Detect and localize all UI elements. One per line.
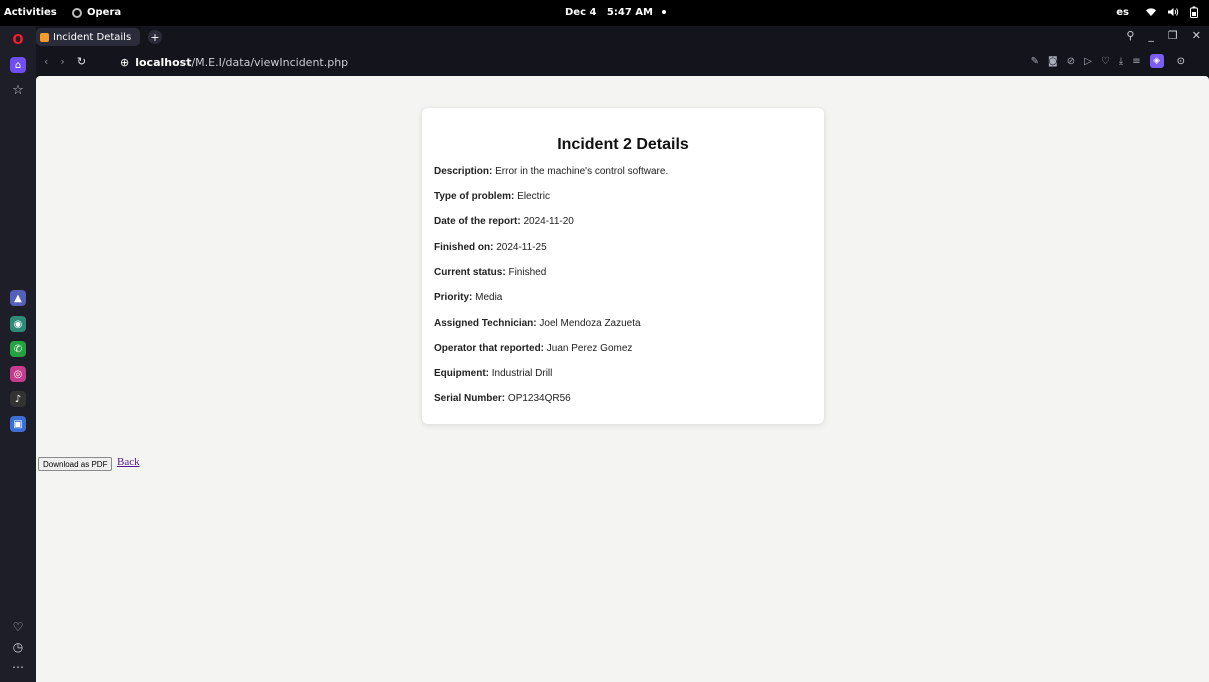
favorite-heart-icon[interactable]: ♡ — [1101, 56, 1110, 67]
field-label: Description: — [434, 166, 493, 177]
close-icon[interactable]: ✕ — [1192, 29, 1201, 42]
home-icon[interactable]: ⌂ — [10, 57, 26, 73]
field-finished-on: Finished on: 2024-11-25 — [434, 242, 547, 253]
back-arrow-icon[interactable]: ‹ — [44, 55, 48, 68]
edit-page-icon[interactable]: ✎ — [1031, 56, 1039, 67]
field-label: Current status: — [434, 267, 506, 278]
volume-icon — [1168, 8, 1179, 16]
clock-time: 5:47 AM — [606, 7, 653, 18]
url-host: localhost — [135, 56, 192, 69]
my-flow-heart-icon[interactable]: ♡ — [10, 619, 26, 635]
field-label: Assigned Technician: — [434, 318, 537, 329]
field-label: Equipment: — [434, 368, 489, 379]
browser-toolbar: ✎ ◙ ⊘ ▷ ♡ ⤓ ≡ ◈ ⊙ — [1031, 54, 1185, 68]
tab-favicon-icon — [40, 32, 49, 42]
navigation-buttons: ‹ › ↻ — [44, 55, 86, 68]
restore-icon[interactable]: ❐ — [1168, 29, 1178, 42]
field-assigned-technician: Assigned Technician: Joel Mendoza Zazuet… — [434, 318, 641, 329]
field-problem-type: Type of problem: Electric — [434, 191, 550, 202]
download-icon[interactable]: ⤓ — [1119, 56, 1123, 67]
ad-blocker-icon[interactable]: ⊘ — [1067, 56, 1075, 67]
clock[interactable]: Dec 4 5:47 AM — [565, 7, 667, 18]
system-tray[interactable]: es — [1116, 6, 1199, 18]
incident-details-card: Incident 2 Details Description: Error in… — [422, 108, 824, 424]
field-description: Description: Error in the machine's cont… — [434, 166, 668, 177]
field-serial-number: Serial Number: OP1234QR56 — [434, 393, 571, 404]
field-label: Date of the report: — [434, 216, 521, 227]
opera-app-icon — [72, 7, 82, 18]
tab-incident-details[interactable]: Incident Details — [36, 28, 140, 46]
tab-search-icon[interactable]: ⚲ — [1126, 29, 1134, 42]
field-value: 2024-11-20 — [523, 216, 574, 227]
field-current-status: Current status: Finished — [434, 267, 546, 278]
opera-menu-icon[interactable]: O — [10, 32, 26, 48]
wifi-icon — [1146, 8, 1156, 16]
page-viewport: Incident 2 Details Description: Error in… — [36, 76, 1209, 682]
site-info-globe-icon[interactable]: ⊕ — [120, 56, 129, 69]
reload-icon[interactable]: ↻ — [77, 55, 86, 68]
easy-setup-icon[interactable]: ≡ — [1132, 56, 1140, 67]
field-value: Juan Perez Gomez — [546, 343, 633, 354]
new-tab-plus-icon[interactable]: + — [148, 30, 162, 44]
back-link[interactable]: Back — [117, 456, 140, 468]
field-reporting-operator: Operator that reported: Juan Perez Gomez — [434, 343, 632, 354]
tiktok-icon[interactable]: ♪ — [10, 391, 26, 407]
player-icon[interactable]: ▷ — [1084, 56, 1092, 67]
profile-icon[interactable]: ⊙ — [1177, 56, 1185, 67]
app-menu[interactable]: Opera — [72, 7, 121, 18]
field-value: Error in the machine's control software. — [495, 166, 669, 177]
download-pdf-button[interactable]: Download as PDF — [38, 457, 113, 471]
app-name: Opera — [87, 7, 122, 18]
tab-strip: Incident Details + ⚲ _ ❐ ✕ — [36, 26, 1209, 48]
minimize-icon[interactable]: _ — [1148, 29, 1154, 42]
instagram-icon[interactable]: ◎ — [10, 366, 26, 382]
field-value: Media — [475, 292, 503, 303]
history-clock-icon[interactable]: ◷ — [10, 639, 26, 655]
url-path: /M.E.I/data/viewIncident.php — [191, 56, 349, 69]
opera-sidebar: O ⌂ ☆ ▲ ◉ ✆ ◎ ♪ ▣ ♡ ◷ ⋯ — [0, 26, 36, 682]
window-controls: ⚲ _ ❐ ✕ — [1126, 29, 1201, 42]
field-equipment: Equipment: Industrial Drill — [434, 368, 552, 379]
field-priority: Priority: Media — [434, 292, 502, 303]
field-label: Serial Number: — [434, 393, 506, 404]
vpn-icon[interactable]: ◈ — [1149, 54, 1164, 68]
field-label: Priority: — [434, 292, 473, 303]
field-value: Finished — [508, 267, 547, 278]
activities-button[interactable]: Activities — [4, 7, 57, 18]
snapshot-camera-icon[interactable]: ◙ — [1048, 56, 1058, 67]
system-top-bar: Activities Opera Dec 4 5:47 AM es — [0, 0, 1209, 26]
clock-date: Dec 4 — [565, 7, 597, 18]
notification-dot-icon — [662, 10, 667, 14]
field-label: Type of problem: — [434, 191, 515, 202]
field-label: Finished on: — [434, 242, 494, 253]
battery-icon — [1190, 6, 1198, 18]
field-report-date: Date of the report: 2024-11-20 — [434, 216, 574, 227]
more-options-icon[interactable]: ⋯ — [10, 659, 26, 675]
field-value: Joel Mendoza Zazueta — [539, 318, 641, 329]
field-label: Operator that reported: — [434, 343, 545, 354]
page-title: Incident 2 Details — [557, 136, 689, 153]
chatgpt-icon[interactable]: ◉ — [10, 316, 26, 332]
address-toolbar: ‹ › ↻ ⊕ localhost/M.E.I/data/viewInciden… — [36, 48, 1209, 76]
whatsapp-icon[interactable]: ✆ — [10, 341, 26, 357]
field-value: Electric — [517, 191, 550, 202]
sidebar-extension-icon[interactable]: ▣ — [10, 416, 26, 432]
field-value: OP1234QR56 — [507, 393, 571, 404]
language-indicator[interactable]: es — [1116, 7, 1129, 18]
address-field[interactable]: ⊕ localhost/M.E.I/data/viewIncident.php — [120, 56, 348, 69]
bookmarks-star-icon[interactable]: ☆ — [10, 82, 26, 98]
field-value: Industrial Drill — [491, 368, 553, 379]
tab-title: Incident Details — [53, 31, 132, 43]
forward-arrow-icon[interactable]: › — [60, 55, 64, 68]
aria-ai-icon[interactable]: ▲ — [10, 290, 26, 306]
field-value: 2024-11-25 — [496, 242, 547, 253]
